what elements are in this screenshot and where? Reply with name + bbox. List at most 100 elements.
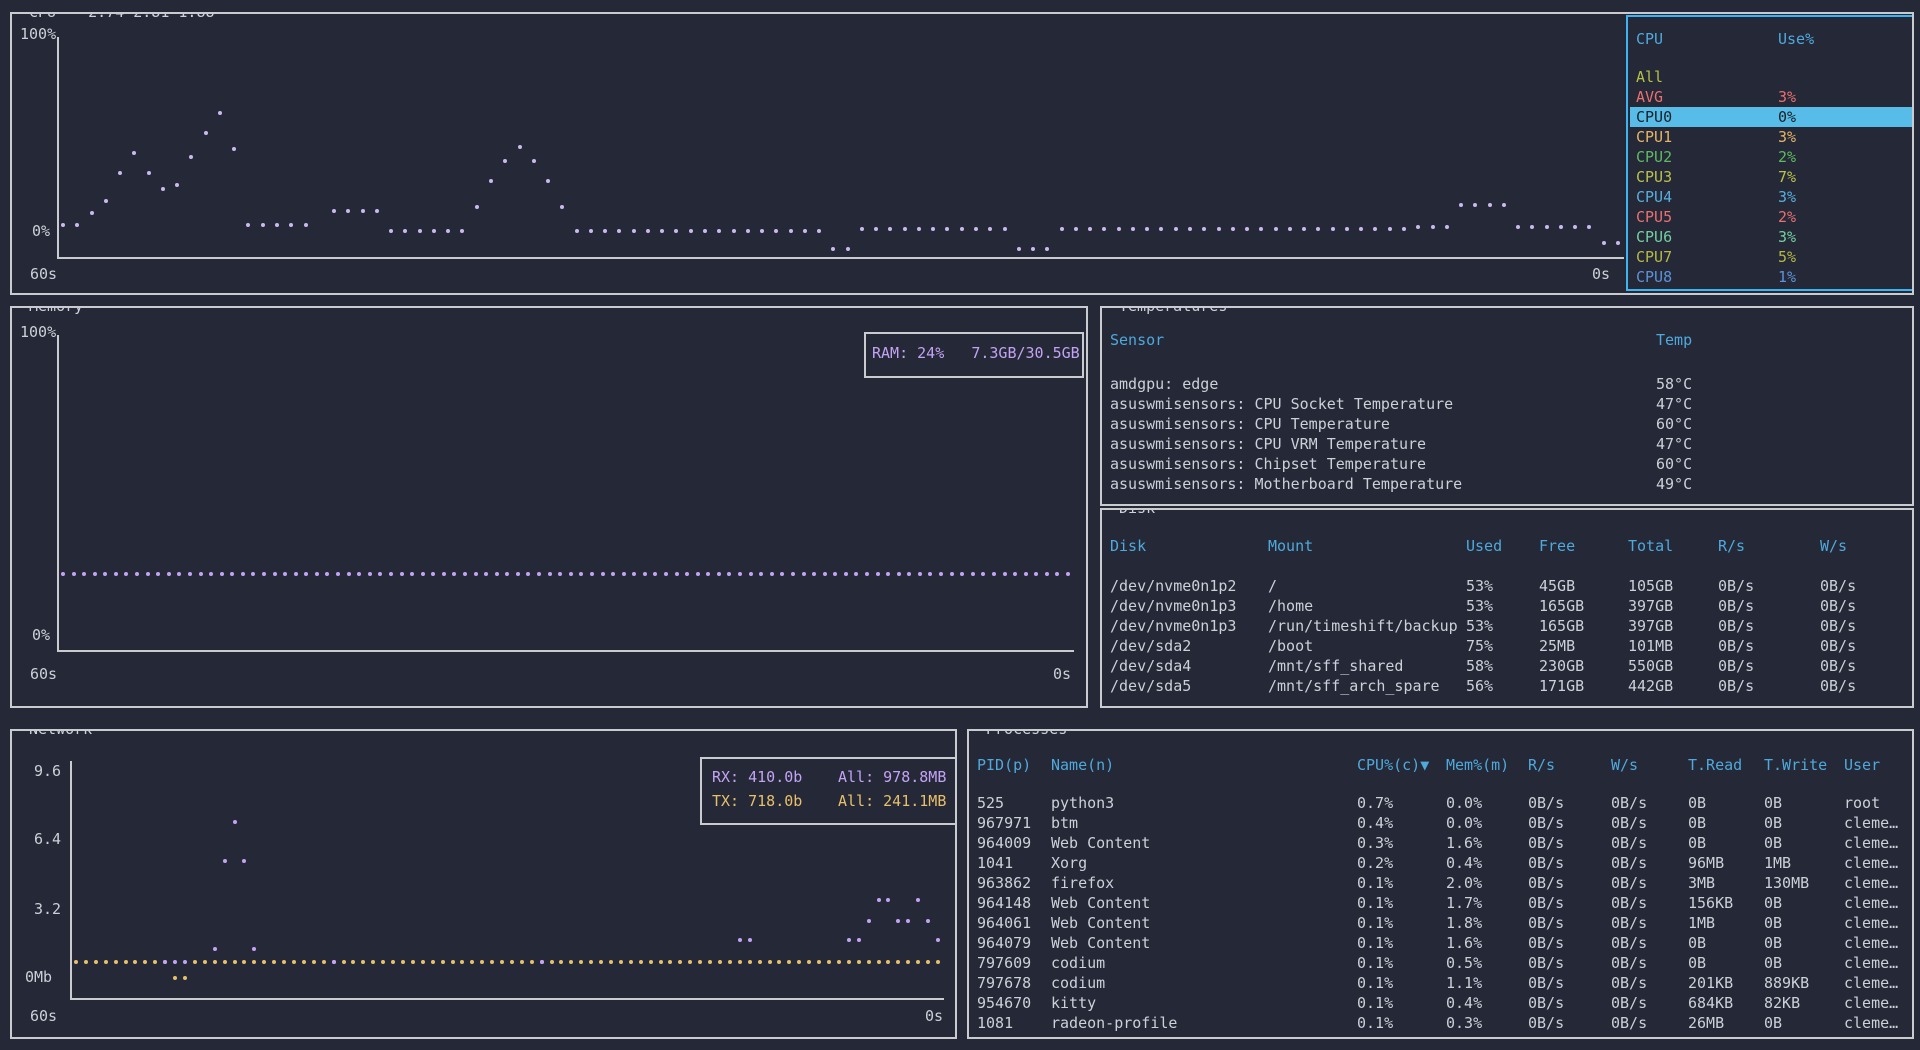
data-point [646,229,650,233]
cell: asuswmisensors: CPU Socket Temperature [1110,394,1453,414]
data-point [1416,225,1420,229]
data-point [124,572,128,576]
column-header-namen[interactable]: Name(n) [1051,755,1114,775]
data-point [1530,225,1534,229]
cpu-legend-row-cpu5[interactable]: CPU52% [1628,207,1914,227]
cell: /mnt/sff_shared [1268,656,1403,676]
data-point [1202,227,1206,231]
table-row[interactable]: 954670kitty0.1%0.4%0B/s0B/s684KB82KBclem… [969,993,1912,1013]
table-row[interactable]: 964079Web Content0.1%1.6%0B/s0B/s0B0Bcle… [969,933,1912,953]
cpu-y-max-label: 100% [20,24,56,44]
cell: 967971 [977,813,1031,833]
column-header-cpuc[interactable]: CPU%(c)▼ [1357,755,1429,775]
data-point [177,572,181,576]
data-point [569,572,573,576]
cell: 0B [1764,813,1782,833]
data-point [569,960,573,964]
cpu-legend-row-cpu8[interactable]: CPU81% [1628,267,1914,287]
data-point [1245,227,1249,231]
column-header-ws[interactable]: W/s [1611,755,1638,775]
data-point [143,960,147,964]
data-point [865,572,869,576]
cpu-legend-row-cpu7[interactable]: CPU75% [1628,247,1914,267]
data-point [389,572,393,576]
data-point [1060,227,1064,231]
table-row[interactable]: 1081radeon-profile0.1%0.3%0B/s0B/s26MB0B… [969,1013,1912,1033]
network-title-label: Network [29,729,92,739]
column-header-twrite[interactable]: T.Write [1764,755,1827,775]
cell: 58°C [1656,374,1692,394]
cell: 171GB [1539,676,1584,696]
cpu-legend-row-avg[interactable]: AVG3% [1628,87,1914,107]
data-point [357,572,361,576]
data-point [74,960,78,964]
data-point [918,572,922,576]
data-point [738,960,742,964]
cell: cleme… [1844,893,1898,913]
column-header-pidp[interactable]: PID(p) [977,755,1031,775]
data-point [118,171,122,175]
data-point [844,572,848,576]
cell: 797609 [977,953,1031,973]
cpu-legend-table[interactable]: CPUUse%AllAVG3%CPU00%CPU13%CPU22%CPU37%C… [1626,15,1914,291]
table-row[interactable]: 525python30.7%0.0%0B/s0B/s0B0Broot [969,793,1912,813]
cell: 201KB [1688,973,1733,993]
cpu-legend-row-cpu6[interactable]: CPU63% [1628,227,1914,247]
cpu-legend-row-cpu4[interactable]: CPU43% [1628,187,1914,207]
data-point [104,960,108,964]
table-row[interactable]: 1041Xorg0.2%0.4%0B/s0B/s96MB1MBcleme… [969,853,1912,873]
table-row[interactable]: 967971btm0.4%0.0%0B/s0B/s0B0Bcleme… [969,813,1912,833]
data-point [789,229,793,233]
data-point [888,227,892,231]
cell: 0.4% [1446,853,1482,873]
cpu-legend-row-cpu3[interactable]: CPU37% [1628,167,1914,187]
column-header-tread[interactable]: T.Read [1688,755,1742,775]
data-point [770,572,774,576]
cell: 0B/s [1611,953,1647,973]
cell: 0B/s [1820,656,1856,676]
data-point [336,572,340,576]
data-point [261,223,265,227]
data-point [622,572,626,576]
data-point [1031,247,1035,251]
table-row[interactable]: 964009Web Content0.3%1.6%0B/s0B/s0B0Bcle… [969,833,1912,853]
column-header-memm[interactable]: Mem%(m) [1446,755,1509,775]
cpu-legend-row-cpu2[interactable]: CPU22% [1628,147,1914,167]
cell: 0.2% [1357,853,1393,873]
data-point [474,572,478,576]
data-point [242,859,246,863]
data-point [389,229,393,233]
cell: Web Content [1051,913,1150,933]
data-point [664,572,668,576]
data-point [72,572,76,576]
cpu-legend-row-cpu1[interactable]: CPU13% [1628,127,1914,147]
cell: 2.0% [1446,873,1482,893]
data-point [183,960,187,964]
data-point [960,227,964,231]
data-point [550,960,554,964]
data-point [283,572,287,576]
cell: cleme… [1844,1013,1898,1033]
data-point [61,223,65,227]
table-row[interactable]: 964148Web Content0.1%1.7%0B/s0B/s156KB0B… [969,893,1912,913]
cpu-name-cell: CPU7 [1636,247,1672,267]
cell: 26MB [1688,1013,1724,1033]
table-row[interactable]: 963862firefox0.1%2.0%0B/s0B/s3MB130MBcle… [969,873,1912,893]
data-point [241,572,245,576]
data-point [401,960,405,964]
cell: 0.3% [1357,833,1393,853]
cell: 49°C [1656,474,1692,494]
cpu-legend-row-cpu0[interactable]: CPU00% [1628,107,1914,127]
column-header-rs[interactable]: R/s [1528,755,1555,775]
data-point [649,960,653,964]
table-row[interactable]: 797678codium0.1%1.1%0B/s0B/s201KB889KBcl… [969,973,1912,993]
data-point [262,960,266,964]
data-point [857,938,861,942]
column-header-user[interactable]: User [1844,755,1880,775]
table-row[interactable]: 797609codium0.1%0.5%0B/s0B/s0B0Bcleme… [969,953,1912,973]
table-row[interactable]: 964061Web Content0.1%1.8%0B/s0B/s1MB0Bcl… [969,913,1912,933]
cpu-legend-row-all[interactable]: All [1628,67,1914,87]
data-point [530,960,534,964]
column-header-temp: Temp [1656,330,1692,350]
data-point [1502,203,1506,207]
